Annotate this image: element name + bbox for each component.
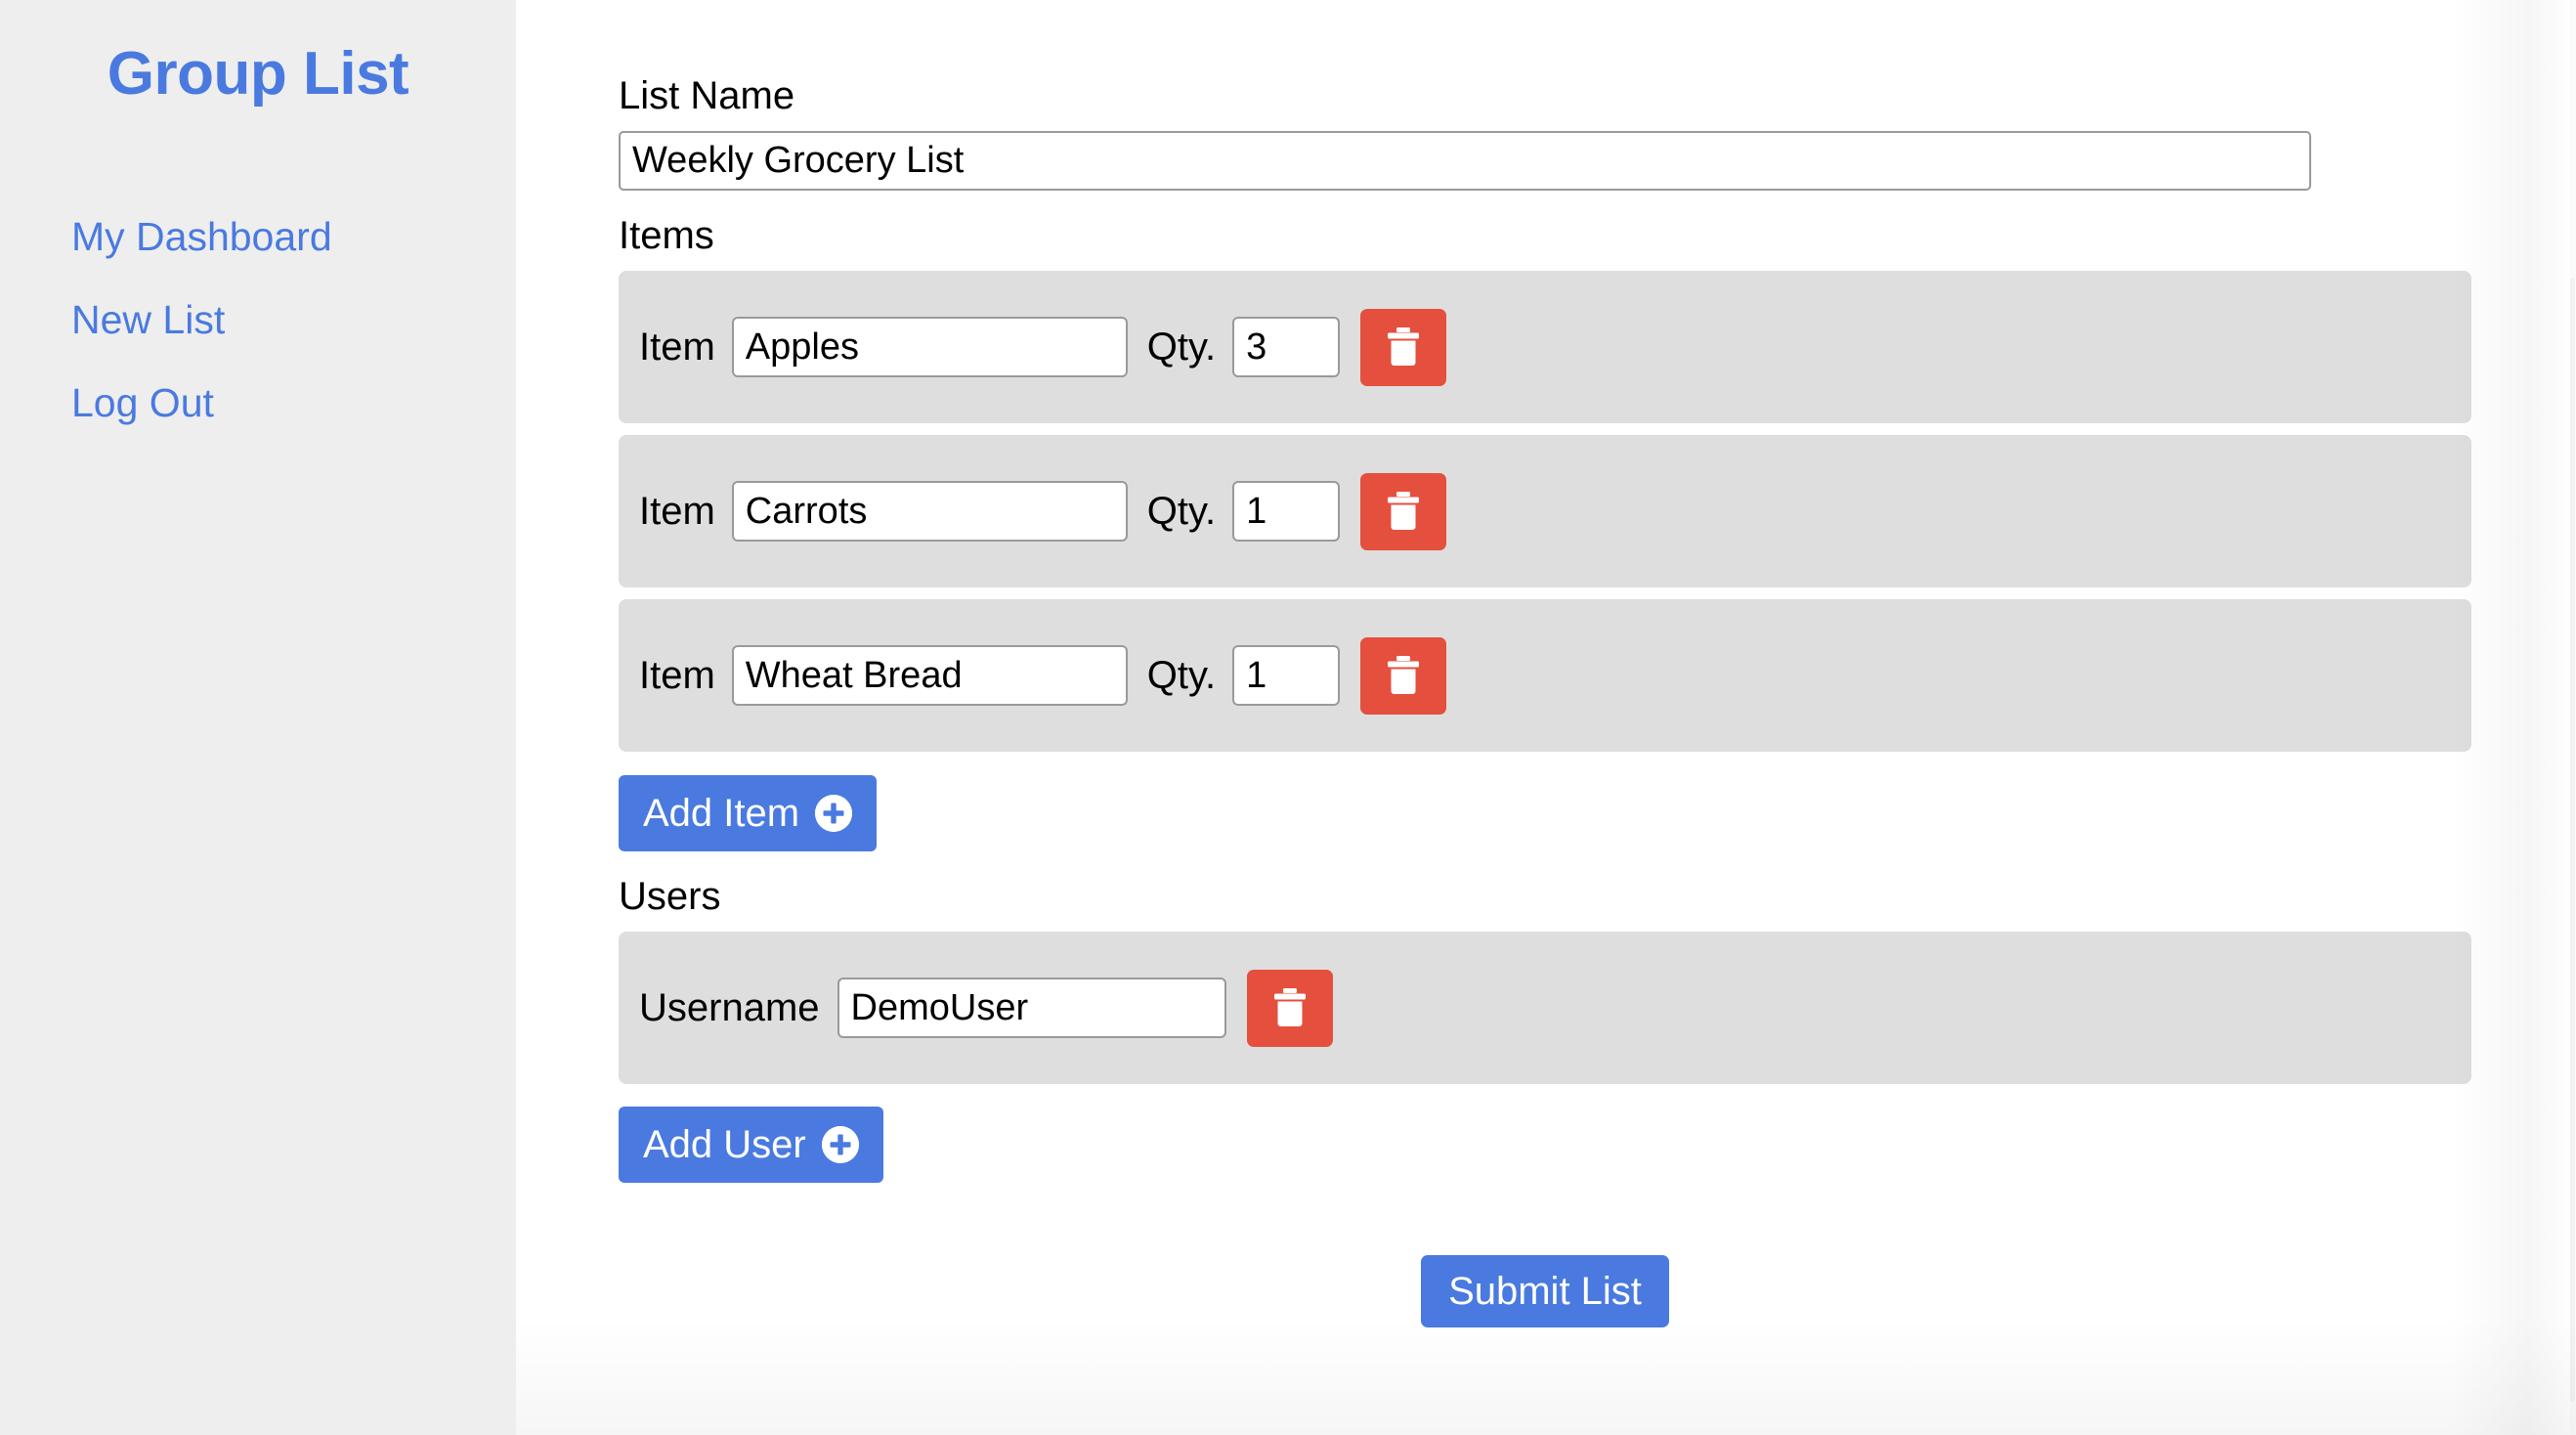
delete-user-button[interactable]: [1246, 969, 1333, 1047]
delete-item-button[interactable]: [1360, 636, 1447, 715]
trash-icon: [1387, 656, 1420, 695]
trash-icon: [1387, 327, 1420, 367]
plus-circle-icon: [821, 1126, 859, 1163]
scrollbar-thumb[interactable]: [2570, 278, 2575, 1402]
add-item-label: Add Item: [643, 792, 800, 835]
qty-label: Qty.: [1146, 490, 1217, 533]
items-label: Items: [619, 214, 714, 257]
add-user-label: Add User: [643, 1123, 806, 1166]
main-content: List Name Items Item Qty.: [516, 0, 2576, 1435]
item-label: Item: [639, 490, 715, 533]
page-bottom-shadow: [516, 1318, 2576, 1435]
trash-icon: [1273, 988, 1307, 1027]
qty-label: Qty.: [1146, 654, 1217, 697]
sidebar-nav: My Dashboard New List Log Out: [0, 217, 516, 423]
sidebar-item-my-dashboard[interactable]: My Dashboard: [71, 217, 332, 257]
username-input[interactable]: [837, 978, 1226, 1038]
item-qty-input[interactable]: [1232, 481, 1341, 542]
item-qty-input[interactable]: [1232, 645, 1341, 706]
vertical-scrollbar[interactable]: [2570, 0, 2576, 1435]
table-row: Item Qty.: [619, 599, 2471, 752]
sidebar: Group List My Dashboard New List Log Out: [0, 0, 516, 1435]
submit-row: Submit List: [619, 1255, 2471, 1327]
users-label: Users: [619, 875, 721, 918]
delete-item-button[interactable]: [1360, 308, 1447, 386]
qty-label: Qty.: [1146, 326, 1217, 369]
list-name-label: List Name: [619, 74, 795, 117]
sidebar-item-log-out[interactable]: Log Out: [71, 383, 214, 423]
item-name-input[interactable]: [731, 481, 1128, 542]
table-row: Item Qty.: [619, 435, 2471, 587]
add-item-button[interactable]: Add Item: [619, 775, 878, 851]
table-row: Item Qty.: [619, 271, 2471, 423]
delete-item-button[interactable]: [1360, 472, 1447, 550]
submit-list-button[interactable]: Submit List: [1421, 1255, 1669, 1327]
item-qty-input[interactable]: [1232, 317, 1341, 377]
sidebar-item-new-list[interactable]: New List: [71, 300, 225, 340]
app-window: Group List My Dashboard New List Log Out…: [0, 0, 2576, 1435]
list-item: Username: [619, 932, 2471, 1084]
item-label: Item: [639, 326, 715, 369]
new-list-form: List Name Items Item Qty.: [516, 0, 2576, 1327]
plus-circle-icon: [815, 795, 853, 832]
add-user-button[interactable]: Add User: [619, 1107, 883, 1183]
list-name-input[interactable]: [619, 131, 2311, 191]
item-label: Item: [639, 654, 715, 697]
item-name-input[interactable]: [731, 317, 1128, 377]
trash-icon: [1387, 492, 1420, 531]
username-label: Username: [639, 986, 820, 1029]
item-name-input[interactable]: [731, 645, 1128, 706]
brand-title: Group List: [107, 40, 409, 108]
